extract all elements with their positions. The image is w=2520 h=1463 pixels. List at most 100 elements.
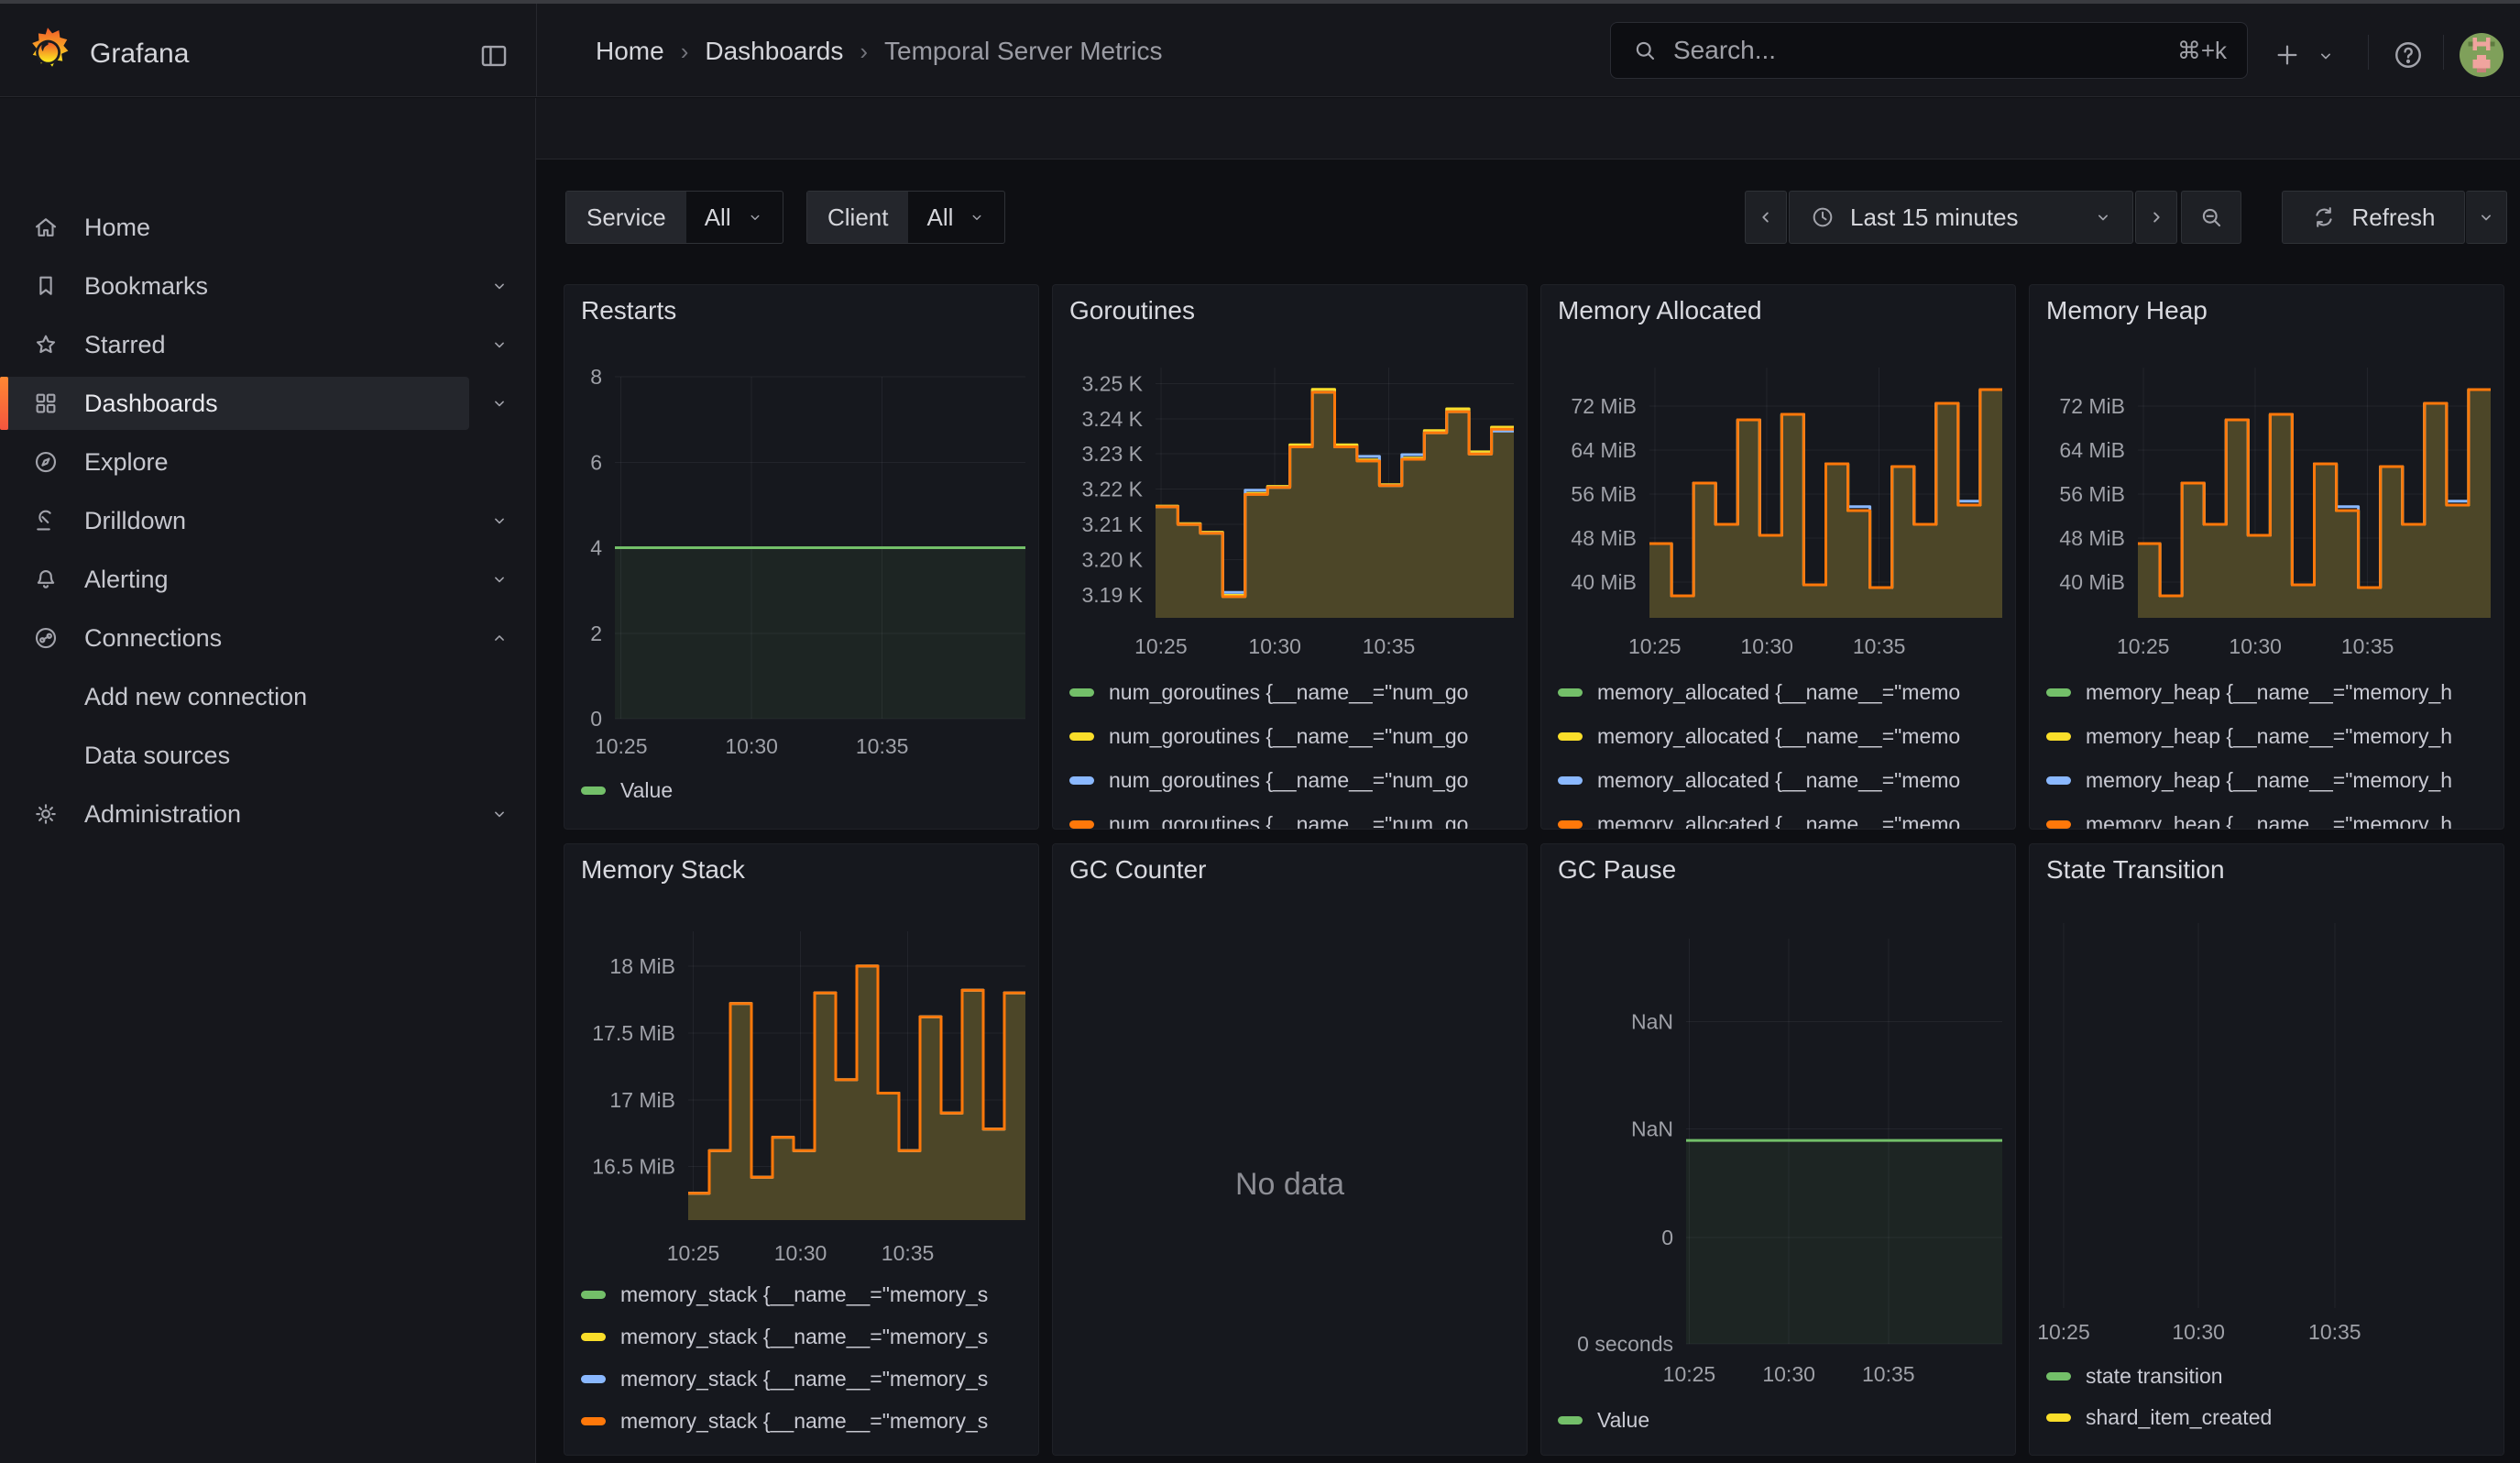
legend-item[interactable]: num_goroutines {__name__="num_go — [1069, 810, 1468, 830]
legend-label: num_goroutines {__name__="num_go — [1109, 812, 1468, 830]
add-new-chevron-icon[interactable] — [2317, 47, 2335, 65]
legend-item[interactable]: memory_heap {__name__="memory_h — [2046, 766, 2452, 794]
help-icon[interactable] — [2392, 38, 2425, 72]
sidebar-item-label: Bookmarks — [84, 272, 208, 301]
svg-text:48 MiB: 48 MiB — [1571, 526, 1637, 550]
legend-label: memory_stack {__name__="memory_s — [620, 1325, 988, 1349]
variable-value[interactable]: All — [908, 192, 1004, 243]
time-range-picker[interactable]: Last 15 minutes — [1789, 191, 2133, 244]
zoom-out-button[interactable] — [2181, 191, 2241, 244]
header-icons-divider — [2443, 35, 2444, 70]
sidebar-item-label: Connections — [84, 624, 222, 653]
sidebar-item-add-new-connection[interactable]: Add new connection — [0, 670, 536, 723]
legend-item[interactable]: num_goroutines {__name__="num_go — [1069, 678, 1468, 706]
svg-text:3.21 K: 3.21 K — [1082, 512, 1144, 536]
legend-item[interactable]: memory_stack {__name__="memory_s — [581, 1323, 988, 1350]
chevron-left-icon — [1756, 207, 1776, 227]
legend-item[interactable]: memory_allocated {__name__="memo — [1558, 678, 1960, 706]
legend-item[interactable]: Value — [1558, 1406, 1649, 1434]
breadcrumb-dashboards[interactable]: Dashboards — [705, 37, 843, 66]
sidebar-item-drilldown[interactable]: Drilldown — [0, 494, 536, 547]
sidebar-item-label: Explore — [84, 448, 169, 477]
legend-color-pill — [1558, 732, 1583, 741]
legend-item[interactable]: memory_allocated {__name__="memo — [1558, 722, 1960, 750]
variable-filter-client[interactable]: ClientAll — [806, 191, 1005, 244]
chevron-down-icon[interactable] — [489, 276, 509, 296]
svg-text:10:30: 10:30 — [1762, 1362, 1815, 1386]
sidebar-item-home[interactable]: Home — [0, 201, 536, 254]
svg-text:40 MiB: 40 MiB — [2059, 570, 2125, 594]
sidebar-item-alerting[interactable]: Alerting — [0, 553, 536, 606]
sidebar-item-label: Alerting — [84, 566, 169, 594]
grid-icon — [31, 390, 60, 417]
chart-memory_stack[interactable]: 18 MiB17.5 MiB17 MiB16.5 MiB10:2510:3010… — [564, 844, 1039, 1456]
svg-text:10:35: 10:35 — [856, 734, 909, 758]
time-shift-forward-button[interactable] — [2135, 191, 2177, 244]
add-new-icon[interactable] — [2273, 40, 2302, 70]
refresh-label: Refresh — [2351, 204, 2435, 232]
legend-item[interactable]: shard_item_created — [2046, 1403, 2272, 1431]
legend-item[interactable]: Value — [581, 776, 673, 804]
chevron-down-icon[interactable] — [489, 569, 509, 589]
refresh-icon — [2311, 204, 2337, 230]
breadcrumb-home[interactable]: Home — [596, 37, 664, 66]
sidebar-item-bookmarks[interactable]: Bookmarks — [0, 259, 536, 313]
zoom-out-icon — [2197, 204, 2225, 231]
chart-restarts[interactable]: 8642010:2510:3010:35 — [564, 285, 1039, 830]
chevron-up-icon[interactable] — [489, 628, 509, 648]
sidebar-item-dashboards[interactable]: Dashboards — [0, 377, 536, 430]
svg-text:3.23 K: 3.23 K — [1082, 442, 1144, 466]
chevron-down-icon[interactable] — [489, 804, 509, 824]
svg-text:10:30: 10:30 — [1740, 634, 1793, 658]
grafana-logo[interactable] — [22, 26, 73, 82]
panel-title[interactable]: GC Counter — [1069, 855, 1206, 885]
legend-item[interactable]: memory_allocated {__name__="memo — [1558, 810, 1960, 830]
legend-item[interactable]: memory_allocated {__name__="memo — [1558, 766, 1960, 794]
sidebar-item-data-sources[interactable]: Data sources — [0, 729, 536, 782]
breadcrumb-separator: › — [860, 38, 868, 66]
legend-item[interactable]: memory_stack {__name__="memory_s — [581, 1407, 988, 1435]
svg-text:10:30: 10:30 — [2172, 1320, 2225, 1344]
legend-label: memory_stack {__name__="memory_s — [620, 1282, 988, 1307]
panel-gc_counter: GC CounterNo data — [1052, 843, 1528, 1456]
chevron-down-icon[interactable] — [489, 511, 509, 531]
variable-filter-service[interactable]: ServiceAll — [565, 191, 783, 244]
legend-item[interactable]: state transition — [2046, 1362, 2223, 1390]
search-input[interactable]: Search... ⌘+k — [1610, 22, 2248, 79]
legend-item[interactable]: num_goroutines {__name__="num_go — [1069, 766, 1468, 794]
legend-item[interactable]: memory_heap {__name__="memory_h — [2046, 810, 2452, 830]
svg-text:18 MiB: 18 MiB — [609, 954, 675, 978]
bell-icon — [31, 566, 60, 593]
sidebar-item-explore[interactable]: Explore — [0, 435, 536, 489]
variable-value[interactable]: All — [686, 192, 783, 243]
sidebar-item-connections[interactable]: Connections — [0, 611, 536, 665]
legend-color-pill — [2046, 1372, 2071, 1380]
search-icon — [1631, 37, 1659, 64]
header: Grafana Home › Dashboards › Temporal Ser… — [0, 4, 2520, 97]
time-shift-back-button[interactable] — [1745, 191, 1787, 244]
legend-item[interactable]: memory_stack {__name__="memory_s — [581, 1365, 988, 1392]
sidebar-item-administration[interactable]: Administration — [0, 787, 536, 841]
svg-text:72 MiB: 72 MiB — [1571, 394, 1637, 418]
legend-item[interactable]: num_goroutines {__name__="num_go — [1069, 722, 1468, 750]
legend-color-pill — [1069, 776, 1094, 785]
sidebar-toggle-icon[interactable] — [478, 40, 509, 72]
sidebar: Home Bookmarks Starred Dashboards Explore Dri… — [0, 98, 536, 1463]
legend-label: memory_allocated {__name__="memo — [1597, 812, 1960, 830]
svg-text:3.25 K: 3.25 K — [1082, 371, 1144, 395]
home-icon — [31, 214, 60, 241]
chevron-down-icon[interactable] — [489, 335, 509, 355]
legend-item[interactable]: memory_stack {__name__="memory_s — [581, 1281, 988, 1308]
legend-item[interactable]: memory_heap {__name__="memory_h — [2046, 722, 2452, 750]
refresh-interval-button[interactable] — [2466, 191, 2507, 244]
legend-label: state transition — [2086, 1364, 2223, 1389]
chart-gc_pause[interactable]: NaNNaN00 seconds10:2510:3010:35 — [1541, 844, 2016, 1456]
sidebar-item-starred[interactable]: Starred — [0, 318, 536, 371]
chevron-down-icon[interactable] — [489, 393, 509, 413]
legend-item[interactable]: memory_heap {__name__="memory_h — [2046, 678, 2452, 706]
sidebar-item-label: Administration — [84, 800, 241, 829]
svg-text:10:30: 10:30 — [725, 734, 778, 758]
avatar[interactable] — [2460, 33, 2504, 77]
header-icons-divider — [2368, 35, 2369, 70]
refresh-button[interactable]: Refresh — [2282, 191, 2465, 244]
